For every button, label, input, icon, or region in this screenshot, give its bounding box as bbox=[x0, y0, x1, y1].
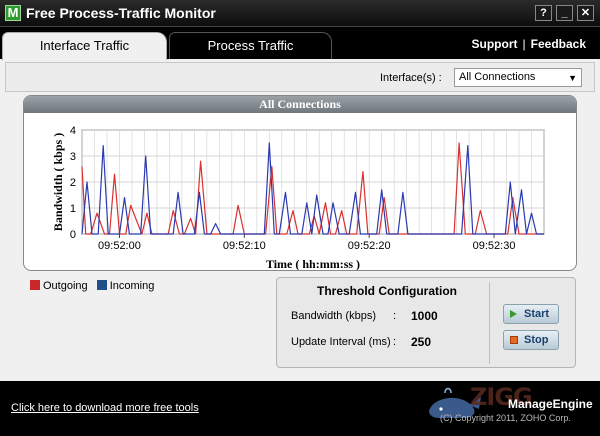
link-separator: | bbox=[522, 37, 526, 51]
y-tick-label: 1 bbox=[70, 203, 76, 215]
chart-legend: Outgoing Incoming bbox=[30, 280, 160, 292]
threshold-divider bbox=[489, 282, 490, 364]
window-title: Free Process-Traffic Monitor bbox=[26, 5, 216, 21]
legend-outgoing-swatch bbox=[30, 280, 40, 290]
feedback-link[interactable]: Feedback bbox=[531, 37, 586, 51]
bandwidth-chart: 0 1 2 3 4 09:52:00 09:52:10 09:52:20 09:52:30 Tim… bbox=[51, 125, 545, 271]
x-axis-label: Time ( hh:mm:ss ) bbox=[266, 257, 360, 271]
manageengine-brand: ManageEngine bbox=[508, 397, 593, 411]
close-button[interactable]: ✕ bbox=[577, 5, 594, 21]
minimize-button[interactable]: _ bbox=[556, 5, 573, 21]
interface-dropdown[interactable]: All Connections ▼ bbox=[454, 68, 582, 87]
tab-interface-traffic[interactable]: Interface Traffic bbox=[2, 32, 167, 60]
x-tick-label: 09:52:10 bbox=[223, 240, 266, 252]
title-bar: M Free Process-Traffic Monitor ? _ ✕ bbox=[0, 0, 600, 27]
stop-button-label: Stop bbox=[524, 334, 549, 346]
app-logo-icon: M bbox=[5, 5, 21, 21]
x-tick-label: 09:52:20 bbox=[348, 240, 391, 252]
y-tick-label: 4 bbox=[70, 125, 76, 137]
copyright-text: (C) Copyright 2011, ZOHO Corp. bbox=[440, 413, 571, 423]
legend-incoming-label: Incoming bbox=[109, 280, 155, 292]
legend-outgoing-label: Outgoing bbox=[43, 280, 88, 292]
traffic-chart-panel: All Connections 0 1 2 3 4 09:52:00 09:52:10 09:… bbox=[23, 95, 577, 271]
main-panel: Interface(s) : All Connections ▼ All Con… bbox=[0, 59, 600, 381]
legend-outgoing: Outgoing bbox=[30, 280, 88, 292]
bandwidth-value: 1000 bbox=[411, 309, 438, 323]
play-icon bbox=[510, 310, 518, 318]
threshold-title: Threshold Configuration bbox=[317, 284, 457, 298]
top-links: Support | Feedback bbox=[472, 37, 586, 51]
support-link[interactable]: Support bbox=[472, 37, 518, 51]
y-tick-label: 3 bbox=[70, 151, 76, 163]
tab-process-traffic[interactable]: Process Traffic bbox=[169, 32, 332, 60]
interface-selected-value: All Connections bbox=[459, 71, 536, 83]
stop-icon bbox=[510, 336, 518, 344]
bandwidth-colon: : bbox=[393, 310, 397, 322]
start-button[interactable]: Start bbox=[503, 304, 559, 324]
bandwidth-label: Bandwidth (kbps) bbox=[291, 310, 376, 322]
update-interval-colon: : bbox=[393, 336, 397, 348]
threshold-configuration-panel: Threshold Configuration Bandwidth (kbps)… bbox=[276, 277, 576, 368]
x-tick-label: 09:52:00 bbox=[98, 240, 141, 252]
update-interval-label: Update Interval (ms) bbox=[291, 336, 391, 348]
x-tick-label: 09:52:30 bbox=[473, 240, 516, 252]
y-axis-label: Bandwidth ( kbps ) bbox=[51, 133, 65, 231]
update-interval-value: 250 bbox=[411, 335, 432, 349]
help-button[interactable]: ? bbox=[535, 5, 552, 21]
tab-strip: Interface Traffic Process Traffic Suppor… bbox=[0, 27, 600, 60]
y-tick-label: 2 bbox=[70, 177, 76, 189]
start-button-label: Start bbox=[524, 308, 550, 320]
chevron-down-icon: ▼ bbox=[568, 73, 577, 83]
window-controls: ? _ ✕ bbox=[535, 5, 594, 21]
legend-incoming-swatch bbox=[96, 280, 107, 290]
legend-incoming: Incoming bbox=[96, 280, 155, 292]
chart-panel-title: All Connections bbox=[24, 96, 576, 113]
download-tools-link[interactable]: Click here to download more free tools bbox=[11, 402, 199, 414]
interface-label: Interface(s) : bbox=[380, 72, 442, 84]
stop-button[interactable]: Stop bbox=[503, 330, 559, 350]
footer: Click here to download more free tools Z… bbox=[0, 381, 600, 436]
y-tick-label: 0 bbox=[70, 229, 76, 241]
interface-bar: Interface(s) : All Connections ▼ bbox=[5, 62, 595, 92]
